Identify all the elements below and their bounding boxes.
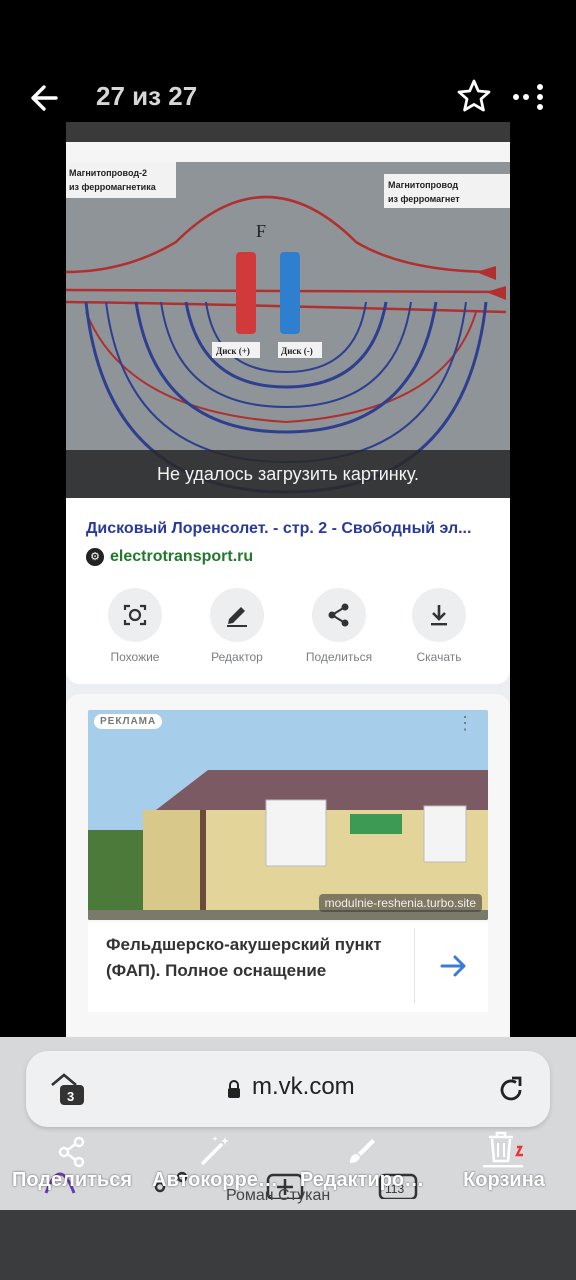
- magic-wand-icon: [201, 1136, 229, 1165]
- pencil-icon: [227, 607, 247, 627]
- navigation-strip: [0, 1210, 576, 1280]
- ad-tag: РЕКЛАМА: [94, 714, 163, 729]
- force-label: F: [256, 221, 266, 241]
- lens-search-icon: [123, 604, 147, 626]
- magnet-diagram-image[interactable]: Магнитопровод-2 из ферромагнетика Магнит…: [66, 162, 510, 498]
- site-favicon-icon: ⚙: [86, 548, 104, 566]
- gallery-toolbar: 113 Роман Стукан Поделиться Автокорре… Р…: [0, 1127, 576, 1210]
- ad-image[interactable]: РЕКЛАМА ⋮ modulnie-reshenia.turbo.site: [88, 710, 488, 920]
- download-icon: [431, 605, 447, 626]
- ad-title: Фельдшерско-акушерский пункт (ФАП). Полн…: [106, 935, 382, 980]
- right-core-label-2: из ферромагнет: [388, 194, 460, 204]
- star-outline-icon: [457, 79, 491, 112]
- brush-icon: [350, 1139, 375, 1163]
- reload-button[interactable]: [494, 1073, 528, 1107]
- viewed-screenshot: Магнитопровод-2 из ферромагнетика Магнит…: [66, 122, 510, 1037]
- toolbar-autocorrect-label: Автокорре…: [152, 1169, 278, 1191]
- tabs-icon: 3: [51, 1073, 84, 1105]
- share-icon: [58, 1136, 85, 1168]
- back-button[interactable]: [26, 78, 66, 118]
- lock-icon: [226, 1079, 242, 1099]
- download-label: Скачать: [416, 650, 462, 664]
- status-strip: [66, 122, 510, 142]
- diagram-drawing: Магнитопровод-2 из ферромагнетика Магнит…: [66, 162, 510, 498]
- ad-more-icon[interactable]: ⋮: [456, 714, 474, 732]
- source-site[interactable]: ⚙ electrotransport.ru: [86, 548, 253, 566]
- result-actions: Похожие Редактор Поделиться Скачать: [66, 588, 510, 668]
- more-options-button[interactable]: [508, 82, 548, 112]
- arrow-right-icon: [440, 955, 466, 977]
- page-header-strip: [66, 142, 510, 164]
- left-core-label-2: из ферромагнетика: [69, 182, 157, 192]
- toolbar-autocorrect-button[interactable]: Автокорре…: [148, 1127, 282, 1192]
- tabs-button[interactable]: 3: [48, 1071, 88, 1109]
- ad-text-box[interactable]: Фельдшерско-акушерский пункт (ФАП). Полн…: [88, 922, 488, 1012]
- url-text: m.vk.com: [252, 1073, 355, 1100]
- more-dots-icon: [513, 84, 543, 110]
- similar-button[interactable]: Похожие: [90, 588, 180, 664]
- bottom-panel: 3 m.vk.com 113 Роман Стукан Поделиться А…: [0, 1037, 576, 1210]
- share-label: Поделиться: [305, 650, 373, 664]
- disk-plus: [236, 252, 256, 334]
- disk-minus-label: Диск (-): [281, 346, 313, 356]
- site-name: electrotransport.ru: [110, 548, 254, 565]
- result-title-link[interactable]: Дисковый Лоренсолет. - стр. 2 - Свободны…: [86, 520, 496, 538]
- screen: 27 из 27 Магнитопровод-2 из ферромагнети…: [0, 0, 576, 1280]
- share-icon: [328, 603, 349, 627]
- load-error-banner: Не удалось загрузить картинку.: [66, 450, 510, 498]
- similar-label: Похожие: [110, 650, 160, 664]
- editor-label: Редактор: [211, 650, 263, 664]
- reload-icon: [500, 1076, 522, 1101]
- download-button[interactable]: Скачать: [394, 588, 484, 664]
- editor-button[interactable]: Редактор: [192, 588, 282, 664]
- share-result-button[interactable]: Поделиться: [294, 588, 384, 664]
- ad-house-picture: [88, 710, 488, 920]
- right-core-label-1: Магнитопровод: [388, 180, 458, 190]
- ad-open-button[interactable]: [436, 948, 472, 984]
- address-bar[interactable]: 3 m.vk.com: [26, 1051, 550, 1127]
- left-core-label-1: Магнитопровод-2: [69, 168, 147, 178]
- ad-card[interactable]: РЕКЛАМА ⋮ modulnie-reshenia.turbo.site Ф…: [66, 694, 510, 1037]
- ad-url: modulnie-reshenia.turbo.site: [318, 894, 482, 912]
- toolbar-share-label: Поделиться: [11, 1169, 133, 1191]
- toolbar-trash-label: Корзина: [463, 1169, 545, 1191]
- image-counter: 27 из 27: [96, 81, 198, 111]
- disk-plus-label: Диск (+): [216, 346, 250, 356]
- arrow-left-icon: [31, 85, 58, 111]
- image-result-card: Дисковый Лоренсолет. - стр. 2 - Свободны…: [66, 498, 510, 684]
- toolbar-share-button[interactable]: Поделиться: [6, 1127, 138, 1192]
- trash-icon: [483, 1131, 523, 1168]
- toolbar-edit-label: Редактиро…: [299, 1169, 425, 1191]
- toolbar-edit-button[interactable]: Редактиро…: [292, 1127, 432, 1192]
- ad-divider: [414, 928, 415, 1004]
- disk-minus: [280, 252, 300, 334]
- favorite-button[interactable]: [455, 77, 493, 115]
- tab-count: 3: [67, 1089, 74, 1104]
- toolbar-trash-button[interactable]: Корзина: [452, 1127, 556, 1192]
